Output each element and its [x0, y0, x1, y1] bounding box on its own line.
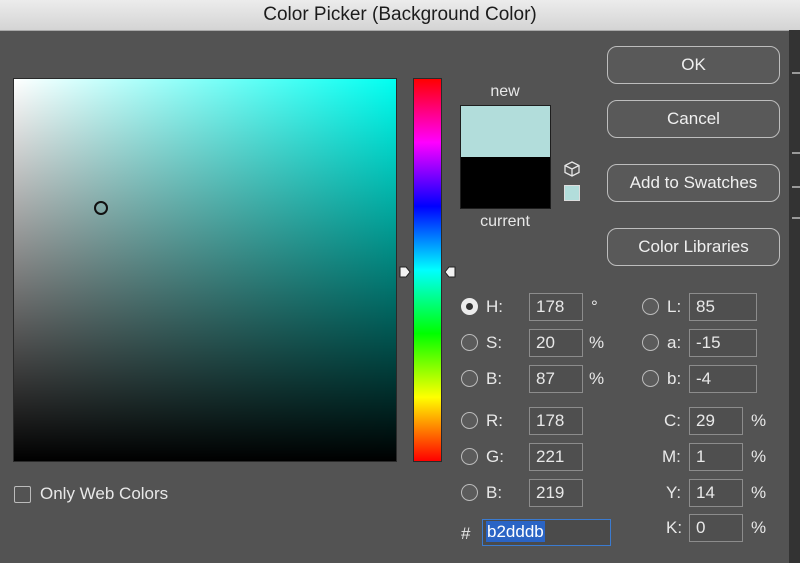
hex-input[interactable]: b2dddb [482, 519, 611, 546]
green-radio[interactable] [461, 448, 478, 465]
only-web-colors-checkbox[interactable] [14, 486, 31, 503]
ok-button[interactable]: OK [607, 46, 780, 84]
yellow-input[interactable]: 14 [689, 479, 743, 507]
lightness-label: L: [667, 297, 682, 316]
color-libraries-button[interactable]: Color Libraries [607, 228, 780, 266]
a-channel-radio[interactable] [642, 334, 659, 351]
saturation-label: S: [486, 333, 503, 352]
magenta-unit: % [751, 447, 767, 466]
blue-label: B: [486, 483, 503, 502]
brightness-unit: % [589, 369, 605, 388]
yellow-row: Y: 14 % [664, 478, 774, 508]
b-channel-row: b: -4 [642, 364, 762, 394]
brightness-row: B: 87 % [461, 364, 611, 394]
blue-input[interactable]: 219 [529, 479, 583, 507]
b-channel-input[interactable]: -4 [689, 365, 757, 393]
saturation-unit: % [589, 333, 605, 352]
background-window-edge [789, 30, 800, 563]
lightness-row: L: 85 [642, 292, 762, 322]
yellow-unit: % [751, 483, 767, 502]
new-color-label: new [490, 83, 520, 100]
black-input[interactable]: 0 [689, 514, 743, 542]
cancel-button[interactable]: Cancel [607, 100, 780, 138]
hue-radio[interactable] [461, 298, 478, 315]
window-title: Color Picker (Background Color) [0, 0, 800, 31]
hue-row: H: 178 ° [461, 292, 611, 322]
hue-unit: ° [591, 297, 598, 316]
magenta-input[interactable]: 1 [689, 443, 743, 471]
magenta-label: M: [662, 447, 681, 466]
hue-slider-left-arrow-icon[interactable] [399, 265, 411, 279]
saturation-row: S: 20 % [461, 328, 611, 358]
lightness-input[interactable]: 85 [689, 293, 757, 321]
brightness-radio[interactable] [461, 370, 478, 387]
brightness-label: B: [486, 369, 503, 388]
hue-slider-right-arrow-icon[interactable] [444, 265, 456, 279]
cyan-label: C: [664, 411, 681, 430]
brightness-input[interactable]: 87 [529, 365, 583, 393]
hex-prefix: # [461, 524, 471, 543]
a-channel-row: a: -15 [642, 328, 762, 358]
red-radio[interactable] [461, 412, 478, 429]
green-input[interactable]: 221 [529, 443, 583, 471]
green-row: G: 221 [461, 442, 591, 472]
black-label: K: [666, 518, 683, 537]
b-channel-radio[interactable] [642, 370, 659, 387]
hue-label: H: [486, 297, 503, 316]
only-web-colors-label: Only Web Colors [40, 484, 169, 503]
color-preview [460, 105, 551, 209]
hex-value: b2dddb [486, 521, 545, 542]
black-unit: % [751, 518, 767, 537]
hue-slider[interactable] [413, 78, 442, 462]
lightness-radio[interactable] [642, 298, 659, 315]
new-color-swatch [461, 106, 550, 157]
red-label: R: [486, 411, 503, 430]
hue-input[interactable]: 178 [529, 293, 583, 321]
saturation-radio[interactable] [461, 334, 478, 351]
red-input[interactable]: 178 [529, 407, 583, 435]
add-to-swatches-button[interactable]: Add to Swatches [607, 164, 780, 202]
saturation-input[interactable]: 20 [529, 329, 583, 357]
current-color-swatch[interactable] [461, 157, 550, 208]
cyan-input[interactable]: 29 [689, 407, 743, 435]
websafe-swatch-icon[interactable] [564, 185, 580, 201]
a-channel-input[interactable]: -15 [689, 329, 757, 357]
b-channel-label: b: [667, 369, 682, 388]
cube-icon[interactable] [563, 160, 581, 178]
blue-radio[interactable] [461, 484, 478, 501]
yellow-label: Y: [666, 483, 682, 502]
current-color-label: current [480, 213, 530, 230]
blue-row: B: 219 [461, 478, 591, 508]
magenta-row: M: 1 % [662, 442, 774, 472]
black-row: K: 0 % [664, 513, 774, 543]
a-channel-label: a: [667, 333, 682, 352]
cyan-row: C: 29 % [664, 406, 774, 436]
cyan-unit: % [751, 411, 767, 430]
color-field[interactable] [13, 78, 397, 462]
green-label: G: [486, 447, 504, 466]
color-field-marker[interactable] [94, 201, 108, 215]
red-row: R: 178 [461, 406, 591, 436]
